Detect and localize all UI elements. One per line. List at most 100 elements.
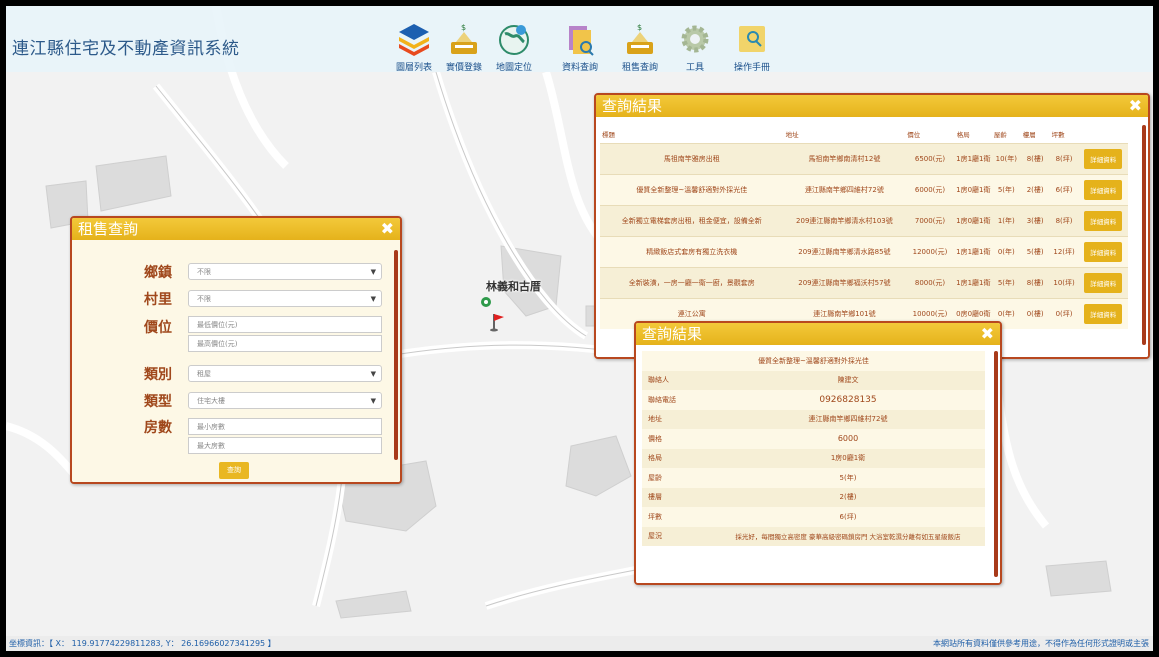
detail-table: 優質全新整理~溫馨舒適對外採光佳 聯絡人 陳建文 聯絡電話 0926828135…: [642, 351, 985, 546]
search-button[interactable]: 查詢: [219, 462, 249, 479]
toolbar-label: 圖層列表: [395, 63, 432, 73]
detail-button[interactable]: 詳細資料: [1084, 304, 1123, 324]
toolbar-label: 工具: [685, 63, 704, 73]
rent-sale-query-icon: $: [627, 23, 653, 54]
cell-address: 209連江縣南竿鄉清水村103號: [783, 205, 906, 237]
cell-address: 209連江縣南竿鄉福沃村57號: [783, 267, 906, 299]
close-icon[interactable]: ✖: [981, 323, 994, 345]
township-select[interactable]: 不限 ▼: [188, 263, 382, 280]
cell-area: 10(坪): [1049, 267, 1079, 299]
cell-action: 詳細資料: [1078, 267, 1128, 299]
detail-button[interactable]: 詳細資料: [1084, 180, 1123, 200]
table-row: 精緻飯店式套房有獨立洗衣機 209連江縣南竿鄉清水路85號 12000(元) 1…: [600, 236, 1128, 268]
cell-price: 7000(元): [905, 205, 955, 237]
rent-sale-query-panel: 租售查詢 ✖ 鄉鎮 不限 ▼ 村里 不限 ▼ 價位 最低價位(元) 最高價位(元) …: [70, 216, 402, 484]
cell-address: 連江縣南竿鄉四維村72號: [783, 174, 906, 206]
layers-icon: [399, 24, 429, 56]
cell-price: 8000(元): [905, 267, 955, 299]
detail-value: 陳建文: [711, 370, 985, 390]
detail-button[interactable]: 詳細資料: [1084, 149, 1123, 169]
cell-age: 5(年): [991, 174, 1021, 206]
detail-row: 格局 1房0廳1衛: [642, 448, 985, 468]
min-price-input[interactable]: 最低價位(元): [188, 316, 382, 333]
place-label: 林義和古厝: [486, 280, 541, 293]
township-label: 鄉鎮: [144, 265, 172, 281]
max-price-input[interactable]: 最高價位(元): [188, 335, 382, 352]
detail-heading-row: 優質全新整理~溫馨舒適對外採光佳: [642, 351, 985, 371]
close-icon[interactable]: ✖: [1129, 95, 1142, 117]
type-label: 類型: [144, 394, 172, 410]
table-header-row: 標題 地址 價位 格局 屋齡 樓層 坪數: [600, 125, 1128, 144]
column-header: 樓層: [1022, 131, 1036, 139]
cell-price: 12000(元): [905, 236, 955, 268]
toolbar-label: 資料查詢: [561, 63, 598, 73]
results-table: 標題 地址 價位 格局 屋齡 樓層 坪數 馬祖南竿雅房出租 馬祖南竿鄉南清村12…: [600, 125, 1128, 329]
table-row: 全新裝潢，一房一廳一衛一廚，景觀套房 209連江縣南竿鄉福沃村57號 8000(…: [600, 267, 1128, 299]
cell-area: 8(坪): [1049, 205, 1079, 237]
cell-area: 6(坪): [1049, 174, 1079, 206]
cell-floor: 2(樓): [1020, 174, 1050, 206]
cell-price: 6000(元): [905, 174, 955, 206]
manual-icon: [739, 26, 765, 52]
table-row: 馬祖南竿雅房出租 馬祖南竿鄉南清村12號 6500(元) 1房1廳1衛 10(年…: [600, 143, 1128, 175]
cell-title: 優質全新整理~溫馨舒適對外採光佳: [600, 174, 784, 206]
detail-row: 坪數 6(坪): [642, 507, 985, 527]
map-marker-icon[interactable]: [480, 296, 508, 332]
category-value: 租屋: [197, 370, 211, 378]
scrollbar[interactable]: [394, 250, 398, 460]
toolbar-label: 實價登錄: [445, 63, 482, 73]
detail-button[interactable]: 詳細資料: [1084, 242, 1123, 262]
type-value: 住宅大樓: [197, 397, 225, 405]
min-rooms-input[interactable]: 最小房數: [188, 418, 382, 435]
category-select[interactable]: 租屋 ▼: [188, 365, 382, 382]
detail-value: 0926828135: [711, 390, 985, 410]
detail-button[interactable]: 詳細資料: [1084, 273, 1123, 293]
cell-floor: 8(樓): [1020, 267, 1050, 299]
detail-value: 連江縣南竿鄉四維村72號: [711, 409, 985, 429]
cell-action: 詳細資料: [1078, 174, 1128, 206]
detail-label: 屋齡: [642, 468, 711, 488]
cell-layout: 1房0廳1衛: [954, 205, 992, 237]
close-icon[interactable]: ✖: [381, 218, 394, 240]
toolbar-manual-button[interactable]: 操作手冊: [726, 20, 778, 73]
cell-action: 詳細資料: [1078, 205, 1128, 237]
toolbar-data-query-button[interactable]: 資料查詢: [554, 20, 606, 73]
cell-action: 詳細資料: [1078, 236, 1128, 268]
scrollbar[interactable]: [994, 351, 998, 577]
cell-age: 10(年): [991, 143, 1021, 175]
coordinate-readout: 坐標資訊：【 X： 119.91774229811283, Y： 26.1696…: [9, 639, 276, 648]
detail-label: 坪數: [642, 507, 711, 527]
chevron-down-icon: ▼: [370, 397, 376, 405]
cell-address: 馬祖南竿鄉南清村12號: [783, 143, 906, 175]
scrollbar[interactable]: [1142, 125, 1146, 345]
toolbar-map-locate-button[interactable]: 地圖定位: [488, 20, 540, 73]
toolbar-price-register-button[interactable]: $ 實價登錄: [438, 20, 490, 73]
panel-body: 鄉鎮 不限 ▼ 村里 不限 ▼ 價位 最低價位(元) 最高價位(元) 類別 租屋 ▼ …: [72, 240, 400, 482]
cell-layout: 1房1廳1衛: [954, 143, 992, 175]
type-select[interactable]: 住宅大樓 ▼: [188, 392, 382, 409]
detail-row: 聯絡電話 0926828135: [642, 390, 985, 410]
detail-row: 地址 連江縣南竿鄉四維村72號: [642, 409, 985, 429]
table-row: 優質全新整理~溫馨舒適對外採光佳 連江縣南竿鄉四維村72號 6000(元) 1房…: [600, 174, 1128, 206]
toolbar-rent-sale-query-button[interactable]: $ 租售查詢: [614, 20, 666, 73]
detail-row: 屋況 採光好，每間獨立高密度 豪華高級密碼鎖房門 大浴室乾濕分離有如五星級飯店: [642, 526, 985, 546]
cell-age: 0(年): [991, 236, 1021, 268]
detail-value: 6(坪): [711, 507, 985, 527]
cell-address: 209連江縣南竿鄉清水路85號: [783, 236, 906, 268]
cell-age: 5(年): [991, 267, 1021, 299]
village-select[interactable]: 不限 ▼: [188, 290, 382, 307]
query-results-panel: 查詢結果 ✖ 標題 地址 價位 格局 屋齡 樓層 坪數 馬祖南竿雅房出租 馬祖南…: [594, 93, 1150, 359]
detail-button[interactable]: 詳細資料: [1084, 211, 1123, 231]
detail-row: 價格 6000: [642, 429, 985, 449]
column-header: 屋齡: [993, 131, 1007, 139]
detail-label: 聯絡人: [642, 370, 711, 390]
max-rooms-input[interactable]: 最大房數: [188, 437, 382, 454]
toolbar-tools-button[interactable]: 工具: [669, 20, 721, 73]
cell-layout: 1房1廳1衛: [954, 267, 992, 299]
detail-value: 1房0廳1衛: [711, 448, 985, 468]
toolbar-layers-button[interactable]: 圖層列表: [388, 20, 440, 73]
panel-title-bar: 查詢結果 ✖: [596, 95, 1148, 117]
cell-area: 12(坪): [1049, 236, 1079, 268]
cell-title: 全新獨立電梯套房出租，租金便宜，設備全新: [600, 205, 784, 237]
cell-floor: 5(樓): [1020, 236, 1050, 268]
